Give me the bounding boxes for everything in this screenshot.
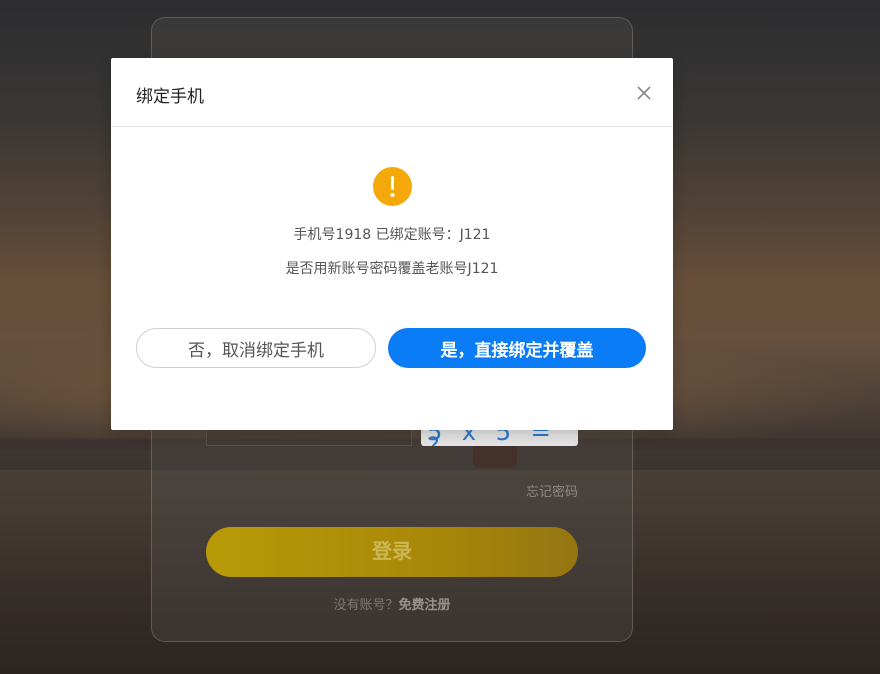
register-prompt-text: 没有账号？ <box>333 598 399 613</box>
bound-account-message: 手机号1918 已绑定账号：J121 <box>293 227 491 243</box>
register-link[interactable]: 免费注册 <box>399 598 451 613</box>
overwrite-question: 是否用新账号密码覆盖老账号J121 <box>285 261 499 277</box>
forgot-password-link[interactable]: 忘记密码 <box>506 481 578 500</box>
dialog-header: 绑定手机 <box>111 58 673 127</box>
close-icon[interactable] <box>631 80 657 106</box>
bind-phone-dialog: 绑定手机 手机号1918 已绑定账号：J121 是否用新账号密码覆盖老账号J12… <box>111 58 673 430</box>
dialog-title: 绑定手机 <box>136 87 204 107</box>
background-boat <box>473 446 517 468</box>
cancel-bind-button[interactable]: 否，取消绑定手机 <box>136 328 376 368</box>
register-prompt: 没有账号？免费注册 <box>151 594 633 613</box>
confirm-bind-overwrite-button[interactable]: 是，直接绑定并覆盖 <box>388 328 646 368</box>
login-button[interactable]: 登录 <box>206 527 578 577</box>
exclamation-circle-icon <box>373 167 412 206</box>
